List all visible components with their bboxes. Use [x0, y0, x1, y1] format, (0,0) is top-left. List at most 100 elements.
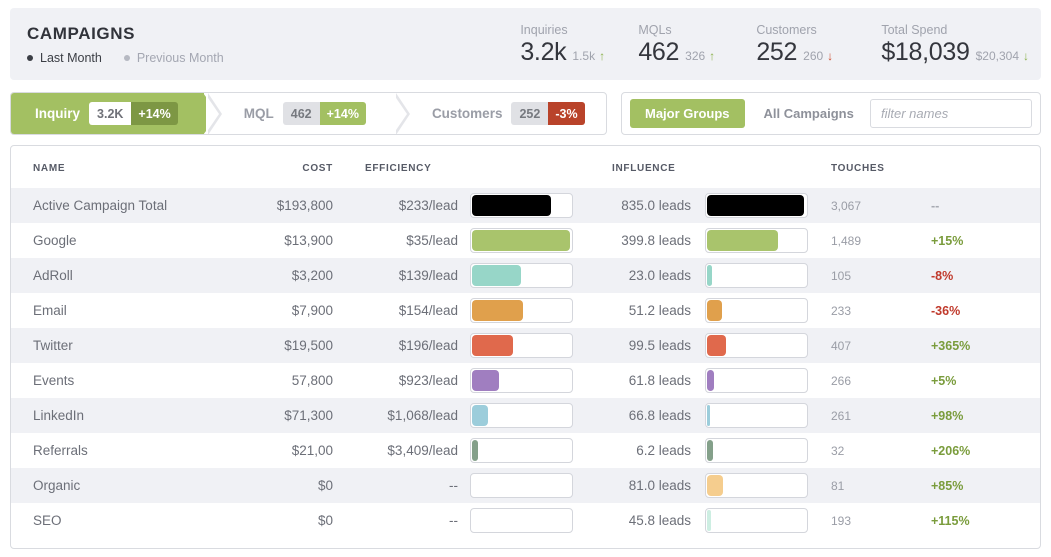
kpi-label: MQLs — [638, 23, 672, 37]
trend-up-icon: ↑ — [709, 49, 716, 63]
cell-efficiency-bar — [468, 328, 578, 363]
table-row[interactable]: Twitter $19,500 $196/lead 99.5 leads 407 +365… — [11, 328, 1040, 363]
cell-efficiency: -- — [449, 478, 458, 493]
table-row[interactable]: Referrals $21,00 $3,409/lead 6.2 leads 32 +20… — [11, 433, 1040, 468]
table-row[interactable]: Email $7,900 $154/lead 51.2 leads 233 -36% — [11, 293, 1040, 328]
kpi-value-row: 462 326 ↑ — [638, 38, 756, 67]
funnel-step-change: -3% — [548, 102, 585, 125]
kpi-value: 462 — [638, 38, 680, 66]
cell-influence: 51.2 leads — [628, 303, 691, 318]
cell-influence: 23.0 leads — [628, 268, 691, 283]
bar-fill — [707, 510, 712, 531]
bar-fill — [707, 405, 711, 426]
bar-track — [470, 228, 573, 253]
cell-cost: $7,900 — [291, 303, 333, 318]
funnel-step-change: +14% — [131, 102, 178, 125]
table-header-row: NAME COST EFFICIENCY INFLUENCE TOUCHES — [11, 146, 1040, 188]
all-campaigns-button[interactable]: All Campaigns — [749, 99, 869, 128]
funnel-step-mql[interactable]: MQL 462 +14% — [222, 93, 392, 134]
column-header-efficiency[interactable]: EFFICIENCY — [341, 146, 468, 188]
controls-row: Inquiry 3.2K +14% MQL 462 +14% Customers… — [10, 92, 1041, 135]
cell-change: +85% — [931, 478, 964, 493]
table-row[interactable]: Events 57,800 $923/lead 61.8 leads 266 +5% — [11, 363, 1040, 398]
bar-track — [705, 403, 808, 428]
cell-name: Email — [33, 303, 67, 318]
cell-change: +5% — [931, 373, 957, 388]
period-dot-icon — [123, 55, 130, 61]
dashboard-header: CAMPAIGNS Last Month Previous Month Inqu… — [10, 8, 1041, 80]
kpi-value: $18,039 — [881, 38, 970, 66]
bar-track — [705, 473, 808, 498]
table-row[interactable]: SEO $0 -- 45.8 leads 193 +115% — [11, 503, 1040, 538]
bar-fill — [472, 335, 514, 356]
cell-efficiency-bar — [468, 433, 578, 468]
cell-touches: 233 — [831, 303, 852, 318]
funnel-step-inquiry[interactable]: Inquiry 3.2K +14% — [11, 93, 219, 134]
bar-fill — [707, 335, 727, 356]
period-last-month[interactable]: Last Month — [27, 51, 102, 65]
kpi-total-spend: Total Spend $18,039 $20,304 ↓ — [881, 21, 1029, 67]
cell-efficiency-bar — [468, 503, 578, 538]
bar-track — [470, 508, 573, 533]
bar-fill — [472, 370, 500, 391]
kpi-previous-value: 260 — [803, 49, 824, 63]
campaigns-table-card: NAME COST EFFICIENCY INFLUENCE TOUCHES A… — [10, 145, 1041, 549]
bar-track — [705, 368, 808, 393]
kpi-previous-value: 1.5k — [572, 49, 596, 63]
period-previous-month[interactable]: Previous Month — [123, 51, 224, 65]
table-row[interactable]: Google $13,900 $35/lead 399.8 leads 1,489 +15… — [11, 223, 1040, 258]
bar-track — [705, 438, 808, 463]
cell-efficiency-bar — [468, 398, 578, 433]
segment-controls: Major Groups All Campaigns — [621, 92, 1041, 135]
cell-efficiency-bar — [468, 258, 578, 293]
column-header-cost[interactable]: COST — [231, 146, 341, 188]
bar-fill — [707, 475, 724, 496]
cell-change: +206% — [931, 443, 971, 458]
cell-influence: 61.8 leads — [628, 373, 691, 388]
column-header-touches[interactable]: TOUCHES — [813, 146, 915, 188]
major-groups-button[interactable]: Major Groups — [630, 99, 745, 128]
cell-touches: 32 — [831, 443, 845, 458]
kpi-mqls: MQLs 462 326 ↑ — [638, 21, 756, 67]
cell-touches: 81 — [831, 478, 845, 493]
period-label: Previous Month — [136, 51, 224, 65]
funnel-step-customers[interactable]: Customers 252 -3% — [410, 93, 606, 134]
campaigns-dashboard: CAMPAIGNS Last Month Previous Month Inqu… — [0, 0, 1051, 557]
table-row[interactable]: LinkedIn $71,300 $1,068/lead 66.8 leads 261 +… — [11, 398, 1040, 433]
funnel-step-pill: 252 -3% — [511, 102, 585, 125]
kpi-customers: Customers 252 260 ↓ — [756, 21, 881, 67]
kpi-value: 252 — [756, 38, 798, 66]
cell-touches: 266 — [831, 373, 852, 388]
funnel-chevron-icon — [393, 93, 410, 134]
cell-influence-bar — [703, 328, 813, 363]
bar-track — [705, 228, 808, 253]
cell-influence: 6.2 leads — [636, 443, 691, 458]
cell-influence: 99.5 leads — [628, 338, 691, 353]
cell-influence-bar — [703, 293, 813, 328]
cell-touches: 1,489 — [831, 233, 862, 248]
bar-fill — [707, 440, 714, 461]
trend-down-icon: ↓ — [1023, 49, 1029, 63]
kpi-strip: Inquiries 3.2k 1.5k ↑ MQLs 462 326 ↑ Cus… — [520, 21, 1041, 67]
cell-name: AdRoll — [33, 268, 73, 283]
cell-efficiency: $196/lead — [398, 338, 458, 353]
filter-names-input[interactable] — [870, 99, 1032, 128]
table-row[interactable]: Active Campaign Total $193,800 $233/lead 83… — [11, 188, 1040, 223]
bar-track — [470, 333, 573, 358]
cell-influence-bar — [703, 433, 813, 468]
table-row[interactable]: AdRoll $3,200 $139/lead 23.0 leads 105 -8% — [11, 258, 1040, 293]
column-header-influence-bar — [703, 146, 813, 188]
cell-touches: 3,067 — [831, 198, 862, 213]
funnel-step-count: 462 — [282, 102, 320, 125]
bar-fill — [472, 300, 523, 321]
bar-track — [470, 438, 573, 463]
kpi-inquiries: Inquiries 3.2k 1.5k ↑ — [520, 21, 638, 67]
cell-efficiency-bar — [468, 363, 578, 398]
column-header-influence[interactable]: INFLUENCE — [578, 146, 703, 188]
cell-name: SEO — [33, 513, 62, 528]
cell-name: Active Campaign Total — [33, 198, 168, 213]
bar-track — [470, 403, 573, 428]
bar-track — [470, 298, 573, 323]
table-row[interactable]: Organic $0 -- 81.0 leads 81 +85% — [11, 468, 1040, 503]
column-header-name[interactable]: NAME — [11, 146, 231, 188]
